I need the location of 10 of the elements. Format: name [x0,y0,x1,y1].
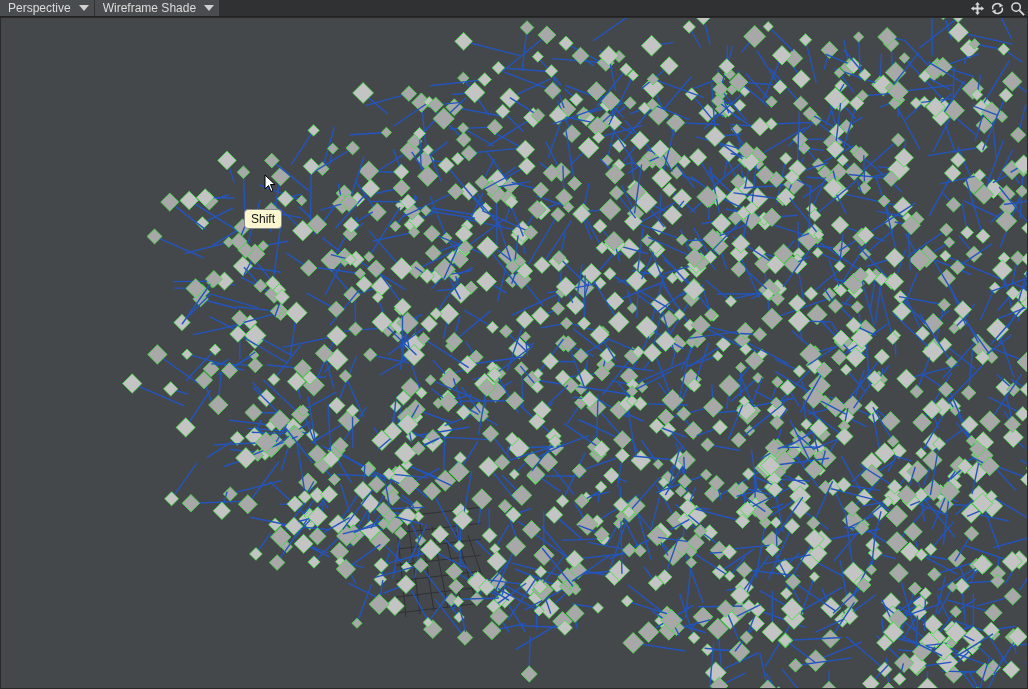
view-dropdown[interactable]: Wireframe Shade [94,0,220,16]
rotate-arrows-icon[interactable] [990,0,1005,16]
tooltip: Shift [244,209,282,229]
3d-viewport[interactable]: Shift [0,17,1028,689]
caret-icon [204,5,215,11]
move-arrows-icon[interactable] [970,0,985,16]
search-icon[interactable] [1010,0,1025,16]
caret-icon [78,5,89,11]
view-dropdown[interactable]: Perspective [0,0,94,16]
cursor-icon [264,174,276,193]
